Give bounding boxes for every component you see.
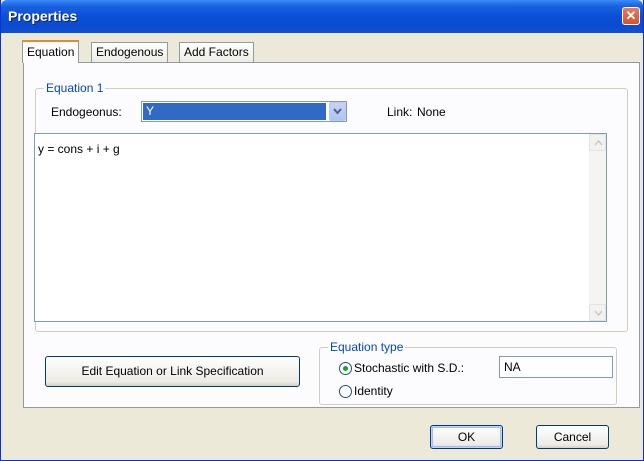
identity-label[interactable]: Identity bbox=[354, 384, 393, 398]
stochastic-radio[interactable] bbox=[339, 362, 352, 375]
endogenous-select[interactable]: Y bbox=[141, 101, 347, 122]
link-value: None bbox=[417, 105, 446, 119]
endogenous-label: Endogeonus: bbox=[51, 105, 122, 119]
equation-type-legend: Equation type bbox=[328, 340, 406, 354]
scroll-down-button[interactable] bbox=[589, 304, 606, 321]
equation-group-legend: Equation 1 bbox=[44, 81, 106, 95]
identity-radio[interactable] bbox=[339, 385, 352, 398]
equation-editor[interactable]: y = cons + i + g bbox=[34, 133, 607, 322]
ok-button[interactable]: OK bbox=[430, 425, 503, 449]
tab-add-factors[interactable]: Add Factors bbox=[179, 42, 254, 62]
equation-scrollbar[interactable] bbox=[589, 134, 606, 321]
close-button[interactable]: ✕ bbox=[622, 7, 640, 25]
scroll-up-button[interactable] bbox=[589, 134, 606, 151]
tab-panel-equation: Equation 1 Endogeonus: Y Link: None y = … bbox=[23, 62, 640, 408]
edit-equation-button[interactable]: Edit Equation or Link Specification bbox=[45, 356, 300, 387]
arrow-up-icon bbox=[594, 140, 603, 146]
close-icon: ✕ bbox=[625, 8, 637, 23]
properties-dialog: Properties ✕ Equation Endogenous Add Fac… bbox=[0, 0, 644, 461]
window-title: Properties bbox=[8, 8, 78, 24]
arrow-down-icon bbox=[594, 310, 603, 316]
stochastic-label[interactable]: Stochastic with S.D.: bbox=[354, 361, 464, 375]
sd-input[interactable]: NA bbox=[499, 356, 613, 378]
equation-text: y = cons + i + g bbox=[38, 142, 120, 156]
tab-endogenous[interactable]: Endogenous bbox=[91, 42, 169, 62]
link-label: Link: bbox=[387, 105, 413, 119]
cancel-button[interactable]: Cancel bbox=[536, 425, 609, 449]
endogenous-selected-value: Y bbox=[143, 103, 326, 120]
endogenous-dropdown-button[interactable] bbox=[329, 102, 346, 121]
tab-equation[interactable]: Equation bbox=[22, 40, 80, 63]
radio-selected-dot bbox=[343, 366, 348, 371]
equation-type-group: Equation type Stochastic with S.D.: Iden… bbox=[319, 340, 617, 405]
title-bar[interactable]: Properties ✕ bbox=[1, 0, 643, 33]
chevron-down-icon bbox=[333, 108, 342, 115]
